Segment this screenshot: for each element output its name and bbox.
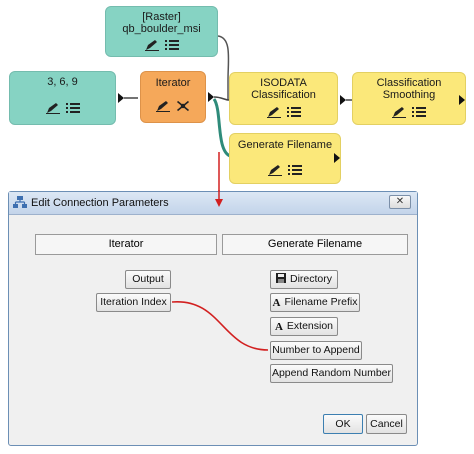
source-header-label: Iterator <box>108 238 144 250</box>
iterator-node[interactable]: Iterator <box>140 71 206 123</box>
close-button[interactable]: ✕ <box>389 195 411 209</box>
isodata-output-port[interactable] <box>340 95 346 105</box>
param-iteration-index[interactable]: Iteration Index <box>96 293 171 312</box>
link-iterator-isodata <box>213 96 230 101</box>
iterator-output-port[interactable] <box>208 92 214 102</box>
edit-icon[interactable] <box>144 39 159 51</box>
param-append-random-number[interactable]: Append Random Number <box>270 364 393 383</box>
edit-icon[interactable] <box>392 106 406 118</box>
param-output[interactable]: Output <box>125 270 171 289</box>
param-filename-prefix[interactable]: A Filename Prefix <box>270 293 360 312</box>
raster-node-sublabel: qb_boulder_msi <box>122 23 201 35</box>
dialog-titlebar[interactable]: Edit Connection Parameters ✕ <box>9 192 417 215</box>
smoothing-node-sublabel: Smoothing <box>382 89 436 101</box>
edit-icon[interactable] <box>266 106 281 118</box>
list-icon[interactable] <box>65 102 80 114</box>
smoothing-node-label: Classification <box>376 77 442 89</box>
generate-filename-node[interactable]: Generate Filename <box>229 133 341 184</box>
iterator-node-label: Iterator <box>155 77 191 89</box>
target-header-label: Generate Filename <box>267 238 363 250</box>
generate-output-port[interactable] <box>334 153 340 163</box>
edit-icon[interactable] <box>268 164 282 176</box>
close-icon: ✕ <box>395 196 405 207</box>
edit-icon[interactable] <box>45 102 60 114</box>
font-a-icon: A <box>272 297 281 309</box>
font-a-icon: A <box>274 321 283 333</box>
param-directory[interactable]: Directory <box>270 270 338 289</box>
isodata-classification-node[interactable]: ISODATA Classification <box>229 72 338 125</box>
list-node-label: 3, 6, 9 <box>47 76 78 88</box>
raster-node-label: [Raster] <box>142 11 181 23</box>
link-raster-isodata <box>217 35 230 100</box>
param-number-to-append[interactable]: Number to Append <box>270 341 362 360</box>
list-input-node[interactable]: 3, 6, 9 <box>9 71 116 125</box>
workflow-app-icon <box>13 196 27 212</box>
source-header: Iterator <box>35 234 217 255</box>
smoothing-output-port[interactable] <box>459 95 465 105</box>
classification-smoothing-node[interactable]: Classification Smoothing <box>352 72 466 125</box>
generate-node-label: Generate Filename <box>237 139 333 151</box>
link-iterator-generate <box>212 98 231 158</box>
ok-button[interactable]: OK <box>323 414 363 434</box>
isodata-node-label: ISODATA <box>260 77 307 89</box>
list-icon[interactable] <box>288 164 302 176</box>
raster-input-node[interactable]: [Raster] qb_boulder_msi <box>105 6 218 57</box>
param-extension[interactable]: A Extension <box>270 317 338 336</box>
list-output-port[interactable] <box>118 93 124 103</box>
list-icon[interactable] <box>164 39 179 51</box>
isodata-node-sublabel: Classification <box>251 89 316 101</box>
edit-connection-dialog: Edit Connection Parameters ✕ Iterator Ge… <box>8 191 418 446</box>
dialog-title: Edit Connection Parameters <box>31 197 169 209</box>
edit-icon[interactable] <box>156 100 170 112</box>
save-icon <box>275 272 286 289</box>
iterate-icon[interactable] <box>176 100 190 112</box>
target-header: Generate Filename <box>222 234 408 255</box>
list-icon[interactable] <box>412 106 426 118</box>
list-icon[interactable] <box>286 106 301 118</box>
cancel-button[interactable]: Cancel <box>366 414 407 434</box>
